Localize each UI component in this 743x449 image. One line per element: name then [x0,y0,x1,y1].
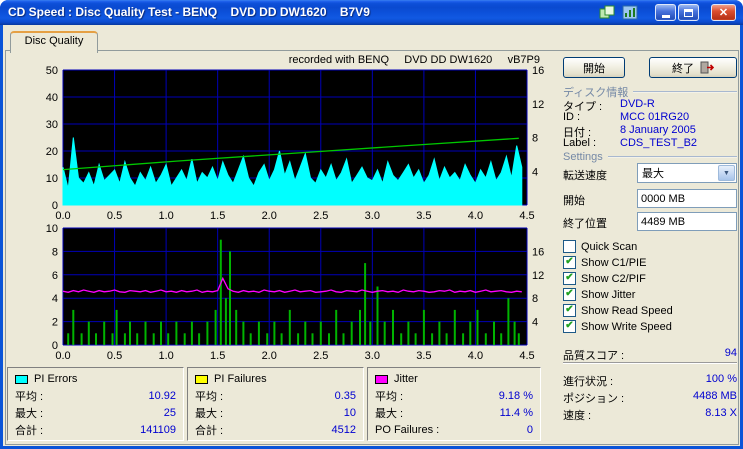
titlebar: CD Speed : Disc Quality Test - BENQ DVD … [0,0,743,25]
chart-icon [622,5,638,20]
close-button[interactable]: ✕ [711,4,736,21]
window-title: CD Speed : Disc Quality Test - BENQ DVD … [8,5,370,19]
minimize-button[interactable] [655,4,676,21]
tab-disc-quality[interactable]: Disc Quality [10,31,98,53]
maximize-icon [684,8,693,17]
titlebar-extra-button-1[interactable] [599,5,616,23]
minimize-icon [661,15,670,18]
app-window: CD Speed : Disc Quality Test - BENQ DVD … [0,0,743,449]
tab-panel [5,50,739,445]
maximize-button[interactable] [678,4,699,21]
titlebar-extra-button-2[interactable] [622,5,639,23]
pages-icon [599,5,615,19]
close-icon: ✕ [718,7,729,19]
